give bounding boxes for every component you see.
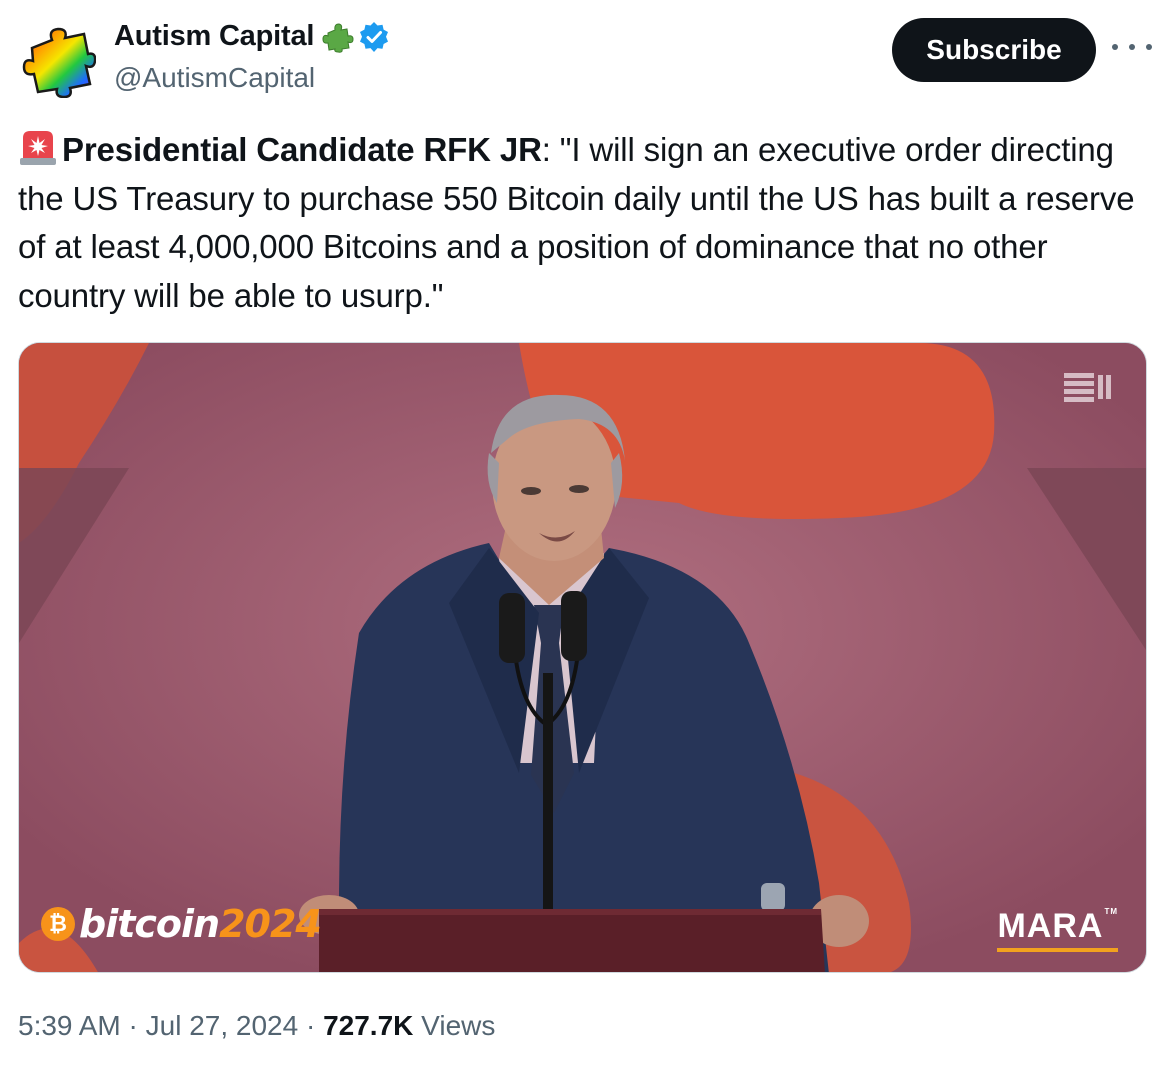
mara-logo: MARATM [997, 907, 1118, 952]
tweet-header: Autism Capital @AutismCapital Subscribe [18, 18, 1152, 98]
tweet-time[interactable]: 5:39 AM [18, 1010, 121, 1041]
more-dots-icon[interactable] [1112, 32, 1152, 62]
more-dot [1146, 44, 1152, 50]
mara-logo-text: MARA [997, 907, 1104, 945]
views-label: Views [421, 1010, 496, 1041]
views-count: 727.7K [323, 1010, 414, 1041]
tweet-bold-lead: Presidential Candidate RFK JR [62, 131, 542, 168]
blue-verified-checkmark-icon [360, 21, 389, 52]
tweet-date[interactable]: Jul 27, 2024 [146, 1010, 299, 1041]
more-dot [1112, 44, 1118, 50]
bitcoin-coin-icon: ₿ [41, 907, 75, 941]
mara-logo-tm: TM [1104, 907, 1118, 916]
bitcoin-logo-word: bitcoin [79, 902, 220, 946]
author-display-name[interactable]: Autism Capital [114, 20, 314, 53]
meta-separator: · [305, 1010, 316, 1041]
green-puzzle-piece-icon [322, 22, 354, 53]
bitcoin-logo-year: 2024 [219, 902, 322, 946]
bitcoin2024-logo: ₿ bitcoin 2024 [41, 899, 322, 949]
video-frame [19, 343, 1146, 972]
more-dot [1129, 44, 1135, 50]
tweet-meta: 5:39 AM · Jul 27, 2024 · 727.7K Views [18, 1010, 495, 1042]
meta-separator: · [128, 1010, 138, 1041]
tweet-video[interactable]: ₿ bitcoin 2024 MARATM [18, 342, 1147, 973]
tweet-text: Presidential Candidate RFK JR: "I will s… [18, 126, 1143, 320]
rainbow-puzzle-piece-icon[interactable] [18, 26, 96, 98]
subscribe-button[interactable]: Subscribe [892, 18, 1096, 82]
rotating-light-siren-icon [20, 131, 56, 165]
author-name-row: Autism Capital [114, 20, 390, 53]
author-handle[interactable]: @AutismCapital [114, 62, 315, 94]
